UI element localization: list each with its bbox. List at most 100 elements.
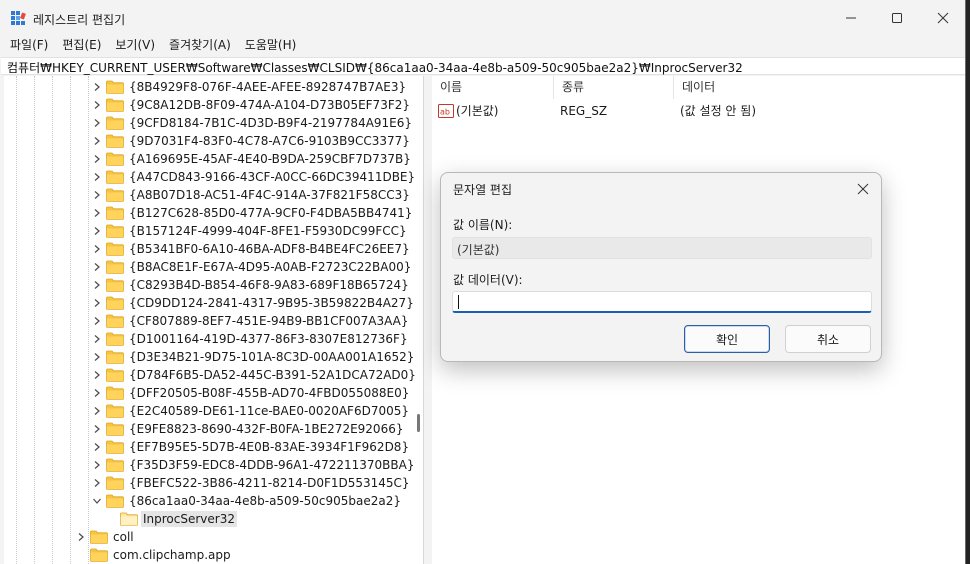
key-tree-pane[interactable]: {8B4929F8-076F-4AEE-AFEE-8928747B7AE3} {9…	[4, 76, 424, 564]
folder-icon	[106, 350, 124, 364]
tree-item[interactable]: {B127C628-85D0-477A-9CF0-F4DBA5BB4741}	[90, 204, 414, 222]
chevron-right-icon[interactable]	[90, 456, 104, 474]
minimize-button[interactable]	[828, 0, 874, 36]
folder-icon	[106, 386, 124, 400]
folder-icon	[106, 224, 124, 238]
chevron-right-icon[interactable]	[90, 132, 104, 150]
chevron-right-icon[interactable]	[90, 330, 104, 348]
pane-splitter[interactable]	[424, 76, 432, 564]
tree-item[interactable]: {A47CD843-9166-43CF-A0CC-66DC39411DBE}	[90, 168, 417, 186]
chevron-right-icon[interactable]	[90, 384, 104, 402]
chevron-right-icon[interactable]	[90, 168, 104, 186]
tree-item[interactable]: {F35D3F59-EDC8-4DDB-96A1-472211370BBA}	[90, 456, 417, 474]
menu-file[interactable]: 파일(F)	[0, 36, 48, 56]
menu-view[interactable]: 보기(V)	[105, 36, 155, 56]
chevron-right-icon[interactable]	[90, 438, 104, 456]
chevron-right-icon[interactable]	[90, 258, 104, 276]
tree-item[interactable]: InprocServer32	[104, 510, 237, 528]
dialog-close-button[interactable]	[853, 179, 873, 199]
folder-icon	[106, 170, 124, 184]
tree-item[interactable]: {C8293B4D-B854-46F8-9A83-689F18B65724}	[90, 276, 411, 294]
tree-item[interactable]: {A169695E-45AF-4E40-B9DA-259CBF7D737B}	[90, 150, 413, 168]
column-header-data[interactable]: 데이터	[674, 76, 965, 99]
tree-item[interactable]: {D1001164-419D-4377-86F3-8307E812736F}	[90, 330, 410, 348]
tree-item-label: {9D7031F4-83F0-4C78-A7C6-9103B9CC3377}	[129, 134, 410, 148]
chevron-right-icon[interactable]	[90, 366, 104, 384]
tree-item[interactable]: {9D7031F4-83F0-4C78-A7C6-9103B9CC3377}	[90, 132, 412, 150]
address-path[interactable]: 컴퓨터₩HKEY_CURRENT_USER₩Software₩Classes₩C…	[7, 59, 743, 76]
chevron-right-icon[interactable]	[90, 402, 104, 420]
column-header-type[interactable]: 종류	[554, 76, 674, 99]
tree-item[interactable]: {D784F6B5-DA52-445C-B391-52A1DCA72AD0}	[90, 366, 418, 384]
cancel-button[interactable]: 취소	[785, 325, 871, 353]
chevron-right-icon[interactable]	[90, 348, 104, 366]
title-bar[interactable]: 레지스트리 편집기	[0, 0, 965, 36]
tree-item[interactable]: {CF807889-8EF7-451E-94B9-BB1CF007A3AA}	[90, 312, 411, 330]
menu-favorites[interactable]: 즐겨찾기(A)	[159, 36, 231, 56]
tree-item-label: {CD9DD124-2841-4317-9B95-3B59822B4A27}	[129, 296, 414, 310]
close-button[interactable]	[920, 0, 965, 36]
address-bar[interactable]: 컴퓨터₩HKEY_CURRENT_USER₩Software₩Classes₩C…	[1, 57, 965, 75]
chevron-right-icon[interactable]	[90, 240, 104, 258]
tree-item-label: {A8B07D18-AC51-4F4C-914A-37F821F58CC3}	[129, 188, 410, 202]
tree-item[interactable]: {9CFD8184-7B1C-4D3D-B9F4-2197784A91E6}	[90, 114, 414, 132]
value-data-input[interactable]	[452, 291, 872, 313]
chevron-right-icon[interactable]	[90, 312, 104, 330]
tree-item-label: {DFF20505-B08F-455B-AD70-4FBD055088E0}	[129, 386, 410, 400]
tree-item-label: {B5341BF0-6A10-46BA-ADF8-B4BE4FC26EE7}	[129, 242, 410, 256]
tree-item[interactable]: {E2C40589-DE61-11ce-BAE0-0020AF6D7005}	[90, 402, 411, 420]
chevron-right-icon[interactable]	[90, 222, 104, 240]
tree-item[interactable]: {CD9DD124-2841-4317-9B95-3B59822B4A27}	[90, 294, 416, 312]
chevron-right-icon[interactable]	[90, 204, 104, 222]
tree-item[interactable]: {FBEFC522-3B86-4211-8214-D0F1D553145C}	[90, 474, 412, 492]
tree-item[interactable]: {D3E34B21-9D75-101A-8C3D-00AA001A1652}	[90, 348, 416, 366]
tree-item[interactable]: {8B4929F8-076F-4AEE-AFEE-8928747B7AE3}	[90, 78, 408, 96]
chevron-right-icon[interactable]	[90, 276, 104, 294]
tree-item[interactable]: {DFF20505-B08F-455B-AD70-4FBD055088E0}	[90, 384, 411, 402]
chevron-right-icon[interactable]	[90, 78, 104, 96]
tree-item[interactable]: com.clipchamp.app	[74, 546, 233, 564]
tree-item[interactable]: {9C8A12DB-8F09-474A-A104-D73B05EF73F2}	[90, 96, 412, 114]
folder-icon	[106, 440, 124, 454]
maximize-button[interactable]	[874, 0, 920, 36]
ok-button[interactable]: 확인	[684, 325, 770, 353]
chevron-down-icon[interactable]	[90, 492, 104, 510]
tree-item[interactable]: {B157124F-4999-404F-8FE1-F5930DC99FCC}	[90, 222, 409, 240]
tree-item[interactable]: {B8AC8E1F-E67A-4D95-A0AB-F2723C22BA00}	[90, 258, 413, 276]
text-caret	[458, 295, 459, 309]
folder-icon	[106, 476, 124, 490]
tree-item-label: {D1001164-419D-4377-86F3-8307E812736F}	[129, 332, 408, 346]
tree-item-label: {A169695E-45AF-4E40-B9DA-259CBF7D737B}	[129, 152, 411, 166]
chevron-right-icon[interactable]	[74, 528, 88, 546]
value-row[interactable]: ab (기본값) REG_SZ (값 설정 안 됨)	[432, 102, 965, 120]
folder-icon	[106, 260, 124, 274]
menu-edit[interactable]: 편집(E)	[52, 36, 101, 56]
chevron-right-icon[interactable]	[90, 186, 104, 204]
tree-item[interactable]: {B5341BF0-6A10-46BA-ADF8-B4BE4FC26EE7}	[90, 240, 412, 258]
tree-item[interactable]: {86ca1aa0-34aa-4e8b-a509-50c905bae2a2}	[90, 492, 403, 510]
chevron-right-icon[interactable]	[90, 96, 104, 114]
tree-guide-line	[52, 76, 53, 564]
folder-icon	[90, 548, 108, 562]
tree-scrollbar-thumb[interactable]	[417, 414, 420, 432]
chevron-right-icon[interactable]	[90, 114, 104, 132]
tree-item-label: {A47CD843-9166-43CF-A0CC-66DC39411DBE}	[129, 170, 416, 184]
tree-item[interactable]: coll	[74, 528, 136, 546]
column-header-name[interactable]: 이름	[432, 76, 554, 99]
menu-help[interactable]: 도움말(H)	[235, 36, 297, 56]
chevron-right-icon[interactable]	[90, 420, 104, 438]
folder-icon	[106, 494, 124, 508]
chevron-right-icon[interactable]	[90, 150, 104, 168]
value-name-text: (기본값)	[457, 243, 500, 257]
tree-item[interactable]: {A8B07D18-AC51-4F4C-914A-37F821F58CC3}	[90, 186, 412, 204]
tree-item-label: {B157124F-4999-404F-8FE1-F5930DC99FCC}	[129, 224, 407, 238]
tree-item[interactable]: {EF7B95E5-5D7B-4E0B-83AE-3934F1F962D8}	[90, 438, 411, 456]
tree-item[interactable]: {E9FE8823-8690-432F-B0FA-1BE272E92066}	[90, 420, 405, 438]
chevron-right-icon[interactable]	[90, 294, 104, 312]
folder-icon	[106, 422, 124, 436]
tree-guide-line	[70, 76, 71, 564]
chevron-right-icon[interactable]	[90, 474, 104, 492]
desktop-background	[966, 0, 970, 564]
close-icon	[857, 183, 869, 195]
minimize-icon	[846, 17, 856, 19]
